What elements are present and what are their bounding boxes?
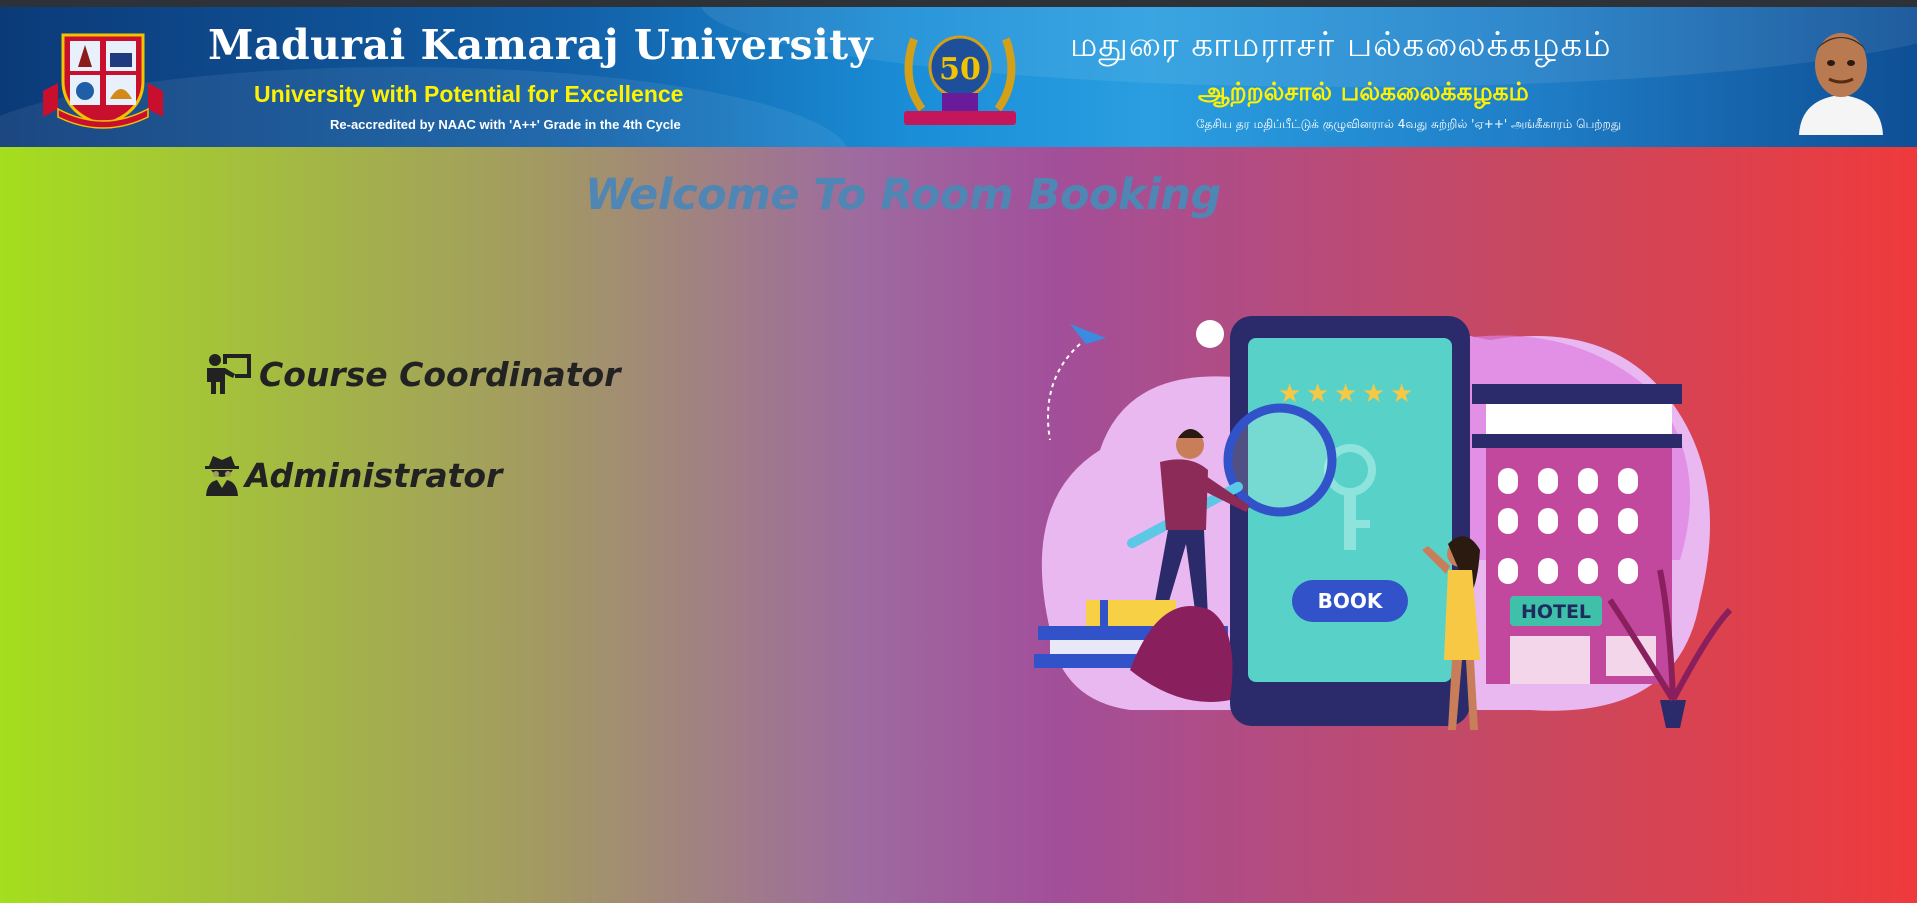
emblem-number: 50 — [939, 52, 981, 87]
svg-text:★: ★ — [1334, 379, 1357, 409]
magnifier-graphic — [1223, 403, 1337, 517]
tamil-tagline: ஆற்றல்சால் பல்கலைக்கழகம் — [1198, 77, 1529, 106]
golden-jubilee-emblem: 50 — [904, 35, 1016, 125]
course-coordinator-label: Course Coordinator — [259, 354, 621, 394]
svg-text:★: ★ — [1306, 379, 1329, 409]
svg-text:★: ★ — [1362, 379, 1385, 409]
university-banner: Madurai Kamaraj University University wi… — [0, 7, 1917, 147]
top-strip — [0, 0, 1917, 7]
svg-text:★: ★ — [1390, 379, 1413, 409]
book-label: BOOK — [1318, 589, 1384, 613]
room-booking-illustration: ★ ★ ★ ★ ★ BOOK HOTEL — [1034, 316, 1733, 730]
hotel-building-graphic: HOTEL — [1472, 384, 1682, 684]
university-logo — [43, 33, 163, 129]
rating-stars: ★ ★ ★ ★ ★ — [1278, 379, 1413, 409]
university-name: Madurai Kamaraj University — [208, 21, 873, 69]
tamil-university-name: மதுரை காமராசர் பல்கலைக்கழகம் — [1070, 25, 1612, 65]
chalkboard-teacher-icon — [207, 354, 251, 394]
portrait-image — [1799, 33, 1883, 135]
page-title: Welcome To Room Booking — [585, 170, 1221, 220]
hotel-label: HOTEL — [1521, 601, 1591, 623]
user-secret-icon — [205, 456, 239, 496]
tamil-accreditation-text: தேசிய தர மதிப்பீட்டுக் குழுவினரால் 4வது … — [1196, 117, 1622, 131]
university-tagline: University with Potential for Excellence — [254, 81, 684, 107]
course-coordinator-link[interactable]: Course Coordinator — [205, 352, 620, 396]
administrator-link[interactable]: Administrator — [205, 454, 502, 496]
administrator-label: Administrator — [245, 455, 503, 495]
paper-plane-icon — [1070, 324, 1106, 344]
accreditation-text: Re-accredited by NAAC with 'A++' Grade i… — [330, 117, 681, 132]
